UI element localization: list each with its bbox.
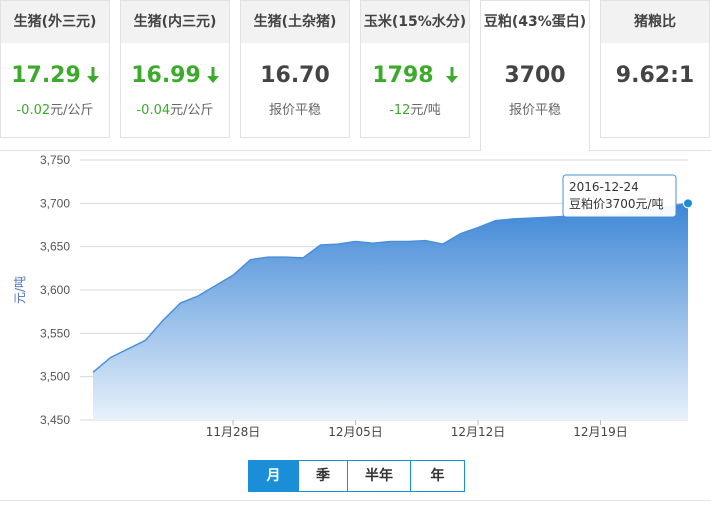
y-tick-label: 3,600	[40, 283, 70, 297]
card-title: 猪粮比	[601, 1, 709, 43]
x-tick-label: 12月05日	[328, 425, 383, 439]
tooltip-date: 2016-12-24	[569, 180, 639, 194]
card-value: 9.62:1	[615, 63, 695, 88]
y-tick-label: 3,650	[40, 240, 70, 254]
card-change: -12元/吨	[389, 103, 441, 118]
card-corn[interactable]: 玉米(15%水分) 1798 -12元/吨	[360, 0, 470, 138]
y-axis-label: 元/吨	[13, 276, 27, 304]
card-soymeal[interactable]: 豆粕(43%蛋白) 3700 报价平稳	[480, 0, 590, 151]
divider	[0, 500, 711, 501]
arrow-down-icon	[206, 64, 219, 89]
card-title: 豆粕(43%蛋白)	[481, 1, 589, 43]
y-tick-label: 3,700	[40, 196, 70, 210]
y-tick-label: 3,500	[40, 370, 70, 384]
price-cards: 生猪(外三元) 17.29 -0.02元/公斤 生猪(内三元) 16.99 -0…	[0, 0, 711, 151]
arrow-down-icon	[86, 64, 99, 89]
period-tabs: 月 季 半年 年	[248, 460, 465, 492]
card-title: 玉米(15%水分)	[361, 1, 469, 43]
card-title: 生猪(外三元)	[1, 1, 109, 43]
tab-month[interactable]: 月	[249, 461, 299, 491]
card-value: 3700	[504, 63, 566, 88]
card-value: 1798	[361, 63, 469, 89]
y-tick-label: 3,750	[40, 153, 70, 167]
arrow-down-icon	[445, 64, 458, 89]
card-change: 报价平稳	[268, 103, 321, 118]
price-chart: 3,750 3,700 3,650 3,600 3,550 3,500 3,450 元/吨 11…	[0, 150, 711, 450]
card-pig-inner[interactable]: 生猪(内三元) 16.99 -0.04元/公斤	[120, 0, 230, 138]
card-pig-local[interactable]: 生猪(土杂猪) 16.70 报价平稳	[240, 0, 350, 138]
series-area	[93, 203, 688, 420]
card-change: -0.04元/公斤	[136, 103, 214, 118]
tab-half-year[interactable]: 半年	[348, 461, 411, 491]
card-change: 报价平稳	[508, 103, 561, 118]
card-pig-outer[interactable]: 生猪(外三元) 17.29 -0.02元/公斤	[0, 0, 110, 138]
tab-year[interactable]: 年	[411, 461, 464, 491]
y-tick-label: 3,450	[40, 413, 70, 427]
x-tick-label: 11月28日	[206, 425, 261, 439]
tooltip-value: 豆粕价3700元/吨	[569, 196, 664, 211]
card-value: 17.29	[1, 63, 109, 89]
card-pig-grain-ratio[interactable]: 猪粮比 9.62:1	[600, 0, 710, 138]
data-point-marker	[683, 198, 693, 209]
card-value: 16.99	[121, 63, 229, 89]
chart-canvas: 3,750 3,700 3,650 3,600 3,550 3,500 3,450 元/吨 11…	[13, 153, 693, 439]
x-tick-label: 12月19日	[573, 425, 628, 439]
tab-quarter[interactable]: 季	[299, 461, 348, 491]
card-change: -0.02元/公斤	[16, 103, 94, 118]
y-tick-label: 3,550	[40, 326, 70, 340]
card-value: 16.70	[260, 63, 330, 88]
card-title: 生猪(土杂猪)	[241, 1, 349, 43]
card-title: 生猪(内三元)	[121, 1, 229, 43]
x-tick-label: 12月12日	[451, 425, 506, 439]
